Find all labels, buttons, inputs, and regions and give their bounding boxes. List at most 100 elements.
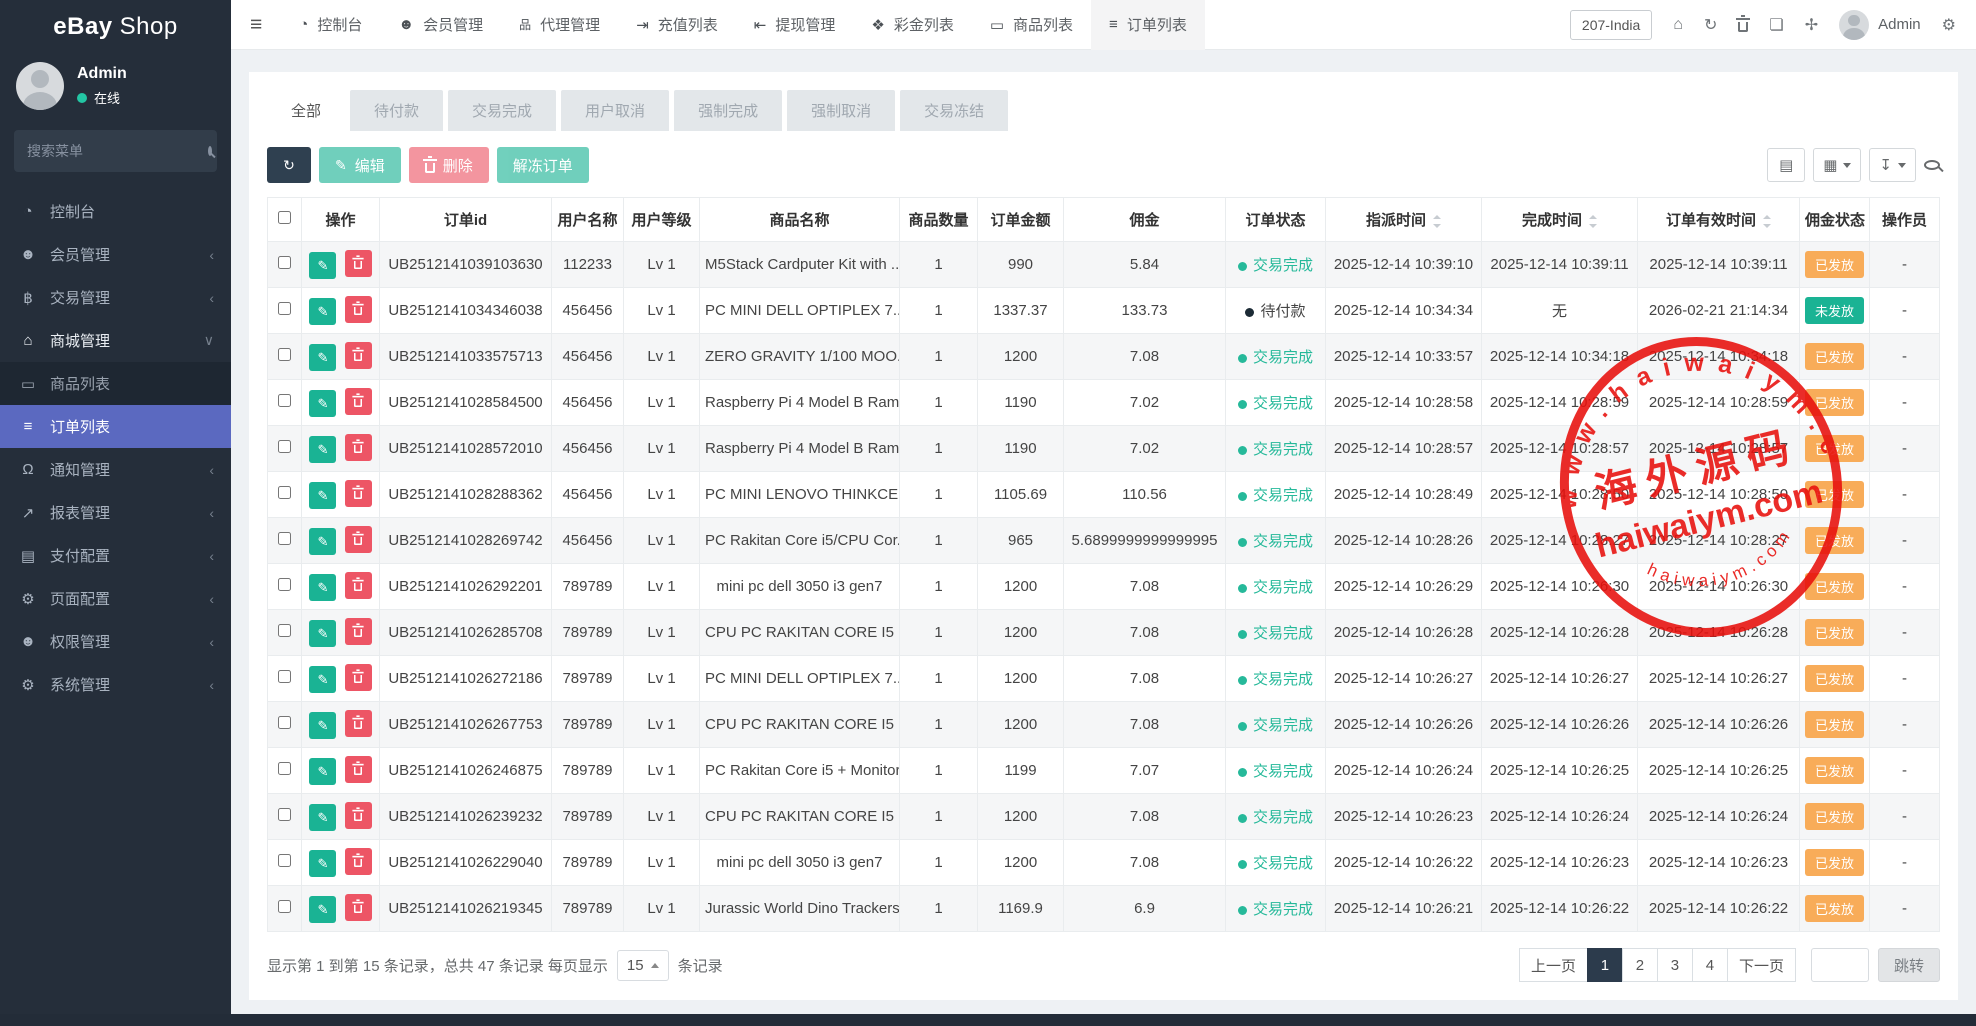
row-checkbox[interactable]	[278, 854, 291, 867]
edit-row-button[interactable]	[309, 804, 336, 831]
delete-row-button[interactable]	[345, 388, 372, 415]
delete-row-button[interactable]	[345, 664, 372, 691]
delete-row-button[interactable]	[345, 756, 372, 783]
copy-icon[interactable]	[1769, 15, 1783, 35]
topnav-item[interactable]: 彩金列表	[853, 0, 971, 50]
delete-row-button[interactable]	[345, 526, 372, 553]
delete-row-button[interactable]	[345, 572, 372, 599]
delete-row-button[interactable]	[345, 848, 372, 875]
columns-button[interactable]	[1813, 148, 1861, 182]
tab[interactable]: 强制取消	[787, 90, 895, 131]
row-checkbox[interactable]	[278, 670, 291, 683]
sidebar-item[interactable]: 控制台	[0, 190, 231, 233]
edit-row-button[interactable]	[309, 436, 336, 463]
sidebar-item[interactable]: 支付配置 ‹	[0, 534, 231, 577]
jump-button[interactable]: 跳转	[1878, 948, 1940, 982]
delete-row-button[interactable]	[345, 250, 372, 277]
sidebar-item[interactable]: 通知管理 ‹	[0, 448, 231, 491]
tab[interactable]: 全部	[267, 90, 345, 131]
sidebar-item[interactable]: 会员管理 ‹	[0, 233, 231, 276]
refresh-button[interactable]	[267, 147, 311, 183]
edit-row-button[interactable]	[309, 666, 336, 693]
sidebar-item[interactable]: 交易管理 ‹	[0, 276, 231, 319]
row-checkbox[interactable]	[278, 348, 291, 361]
column-header[interactable]: 操作员	[1870, 198, 1940, 242]
column-header[interactable]: 订单id	[380, 198, 552, 242]
delete-row-button[interactable]	[345, 434, 372, 461]
tab[interactable]: 待付款	[350, 90, 443, 131]
next-page-button[interactable]: 下一页	[1727, 948, 1796, 982]
edit-row-button[interactable]	[309, 758, 336, 785]
edit-row-button[interactable]	[309, 528, 336, 555]
edit-row-button[interactable]	[309, 344, 336, 371]
edit-row-button[interactable]	[309, 252, 336, 279]
row-checkbox[interactable]	[278, 532, 291, 545]
sidebar-search[interactable]	[14, 130, 217, 172]
sidebar-item[interactable]: 报表管理 ‹	[0, 491, 231, 534]
edit-row-button[interactable]	[309, 482, 336, 509]
user-menu[interactable]: Admin	[1839, 10, 1921, 40]
sidebar-item[interactable]: 商城管理 ∨	[0, 319, 231, 362]
row-checkbox[interactable]	[278, 302, 291, 315]
toggle-view-button[interactable]	[1767, 148, 1805, 182]
edit-row-button[interactable]	[309, 298, 336, 325]
edit-row-button[interactable]	[309, 620, 336, 647]
sidebar-item[interactable]: 商品列表	[0, 362, 231, 405]
delete-row-button[interactable]	[345, 480, 372, 507]
page-number-button[interactable]: 4	[1692, 948, 1728, 982]
row-checkbox[interactable]	[278, 716, 291, 729]
row-checkbox[interactable]	[278, 440, 291, 453]
region-button[interactable]: 207-India	[1570, 10, 1652, 40]
column-header[interactable]: 操作	[302, 198, 380, 242]
search-icon[interactable]	[1924, 160, 1940, 170]
page-number-button[interactable]: 2	[1622, 948, 1658, 982]
home-icon[interactable]	[1673, 16, 1683, 34]
topnav-item[interactable]: 充值列表	[618, 0, 736, 50]
expand-icon[interactable]	[1805, 15, 1818, 35]
column-header[interactable]: 商品数量	[900, 198, 978, 242]
page-number-button[interactable]: 3	[1657, 948, 1693, 982]
delete-row-button[interactable]	[345, 296, 372, 323]
hamburger-icon[interactable]	[231, 13, 281, 37]
edit-button[interactable]: 编辑	[319, 147, 401, 183]
column-header[interactable]: 佣金状态	[1800, 198, 1870, 242]
edit-row-button[interactable]	[309, 896, 336, 923]
trash-icon[interactable]	[1738, 22, 1748, 32]
topnav-item[interactable]: 订单列表	[1091, 0, 1205, 50]
edit-row-button[interactable]	[309, 850, 336, 877]
topnav-item[interactable]: 会员管理	[380, 0, 501, 50]
search-input[interactable]	[27, 143, 208, 159]
edit-row-button[interactable]	[309, 390, 336, 417]
row-checkbox[interactable]	[278, 394, 291, 407]
topnav-item[interactable]: 提现管理	[736, 0, 854, 50]
row-checkbox[interactable]	[278, 624, 291, 637]
delete-row-button[interactable]	[345, 342, 372, 369]
column-header[interactable]: 商品名称	[700, 198, 900, 242]
jump-page-input[interactable]	[1811, 948, 1869, 982]
row-checkbox[interactable]	[278, 486, 291, 499]
row-checkbox[interactable]	[278, 900, 291, 913]
sidebar-item[interactable]: 权限管理 ‹	[0, 620, 231, 663]
page-size-select[interactable]: 15	[617, 950, 669, 981]
column-header[interactable]: 订单状态	[1226, 198, 1326, 242]
delete-row-button[interactable]	[345, 618, 372, 645]
edit-row-button[interactable]	[309, 712, 336, 739]
topnav-item[interactable]: 代理管理	[501, 0, 618, 50]
row-checkbox[interactable]	[278, 578, 291, 591]
column-header[interactable]: 用户等级	[624, 198, 700, 242]
refresh-icon[interactable]	[1704, 15, 1717, 35]
delete-row-button[interactable]	[345, 894, 372, 921]
tab[interactable]: 交易完成	[448, 90, 556, 131]
delete-button[interactable]: 删除	[409, 147, 489, 183]
column-header[interactable]: 订单有效时间	[1638, 198, 1800, 242]
topnav-item[interactable]: 商品列表	[972, 0, 1091, 50]
sidebar-item[interactable]: 订单列表	[0, 405, 231, 448]
unfreeze-button[interactable]: 解冻订单	[497, 147, 589, 183]
column-header[interactable]: 佣金	[1064, 198, 1226, 242]
delete-row-button[interactable]	[345, 710, 372, 737]
topnav-item[interactable]: 控制台	[281, 0, 380, 50]
prev-page-button[interactable]: 上一页	[1519, 948, 1588, 982]
select-all-checkbox[interactable]	[278, 211, 291, 224]
tab[interactable]: 用户取消	[561, 90, 669, 131]
row-checkbox[interactable]	[278, 256, 291, 269]
